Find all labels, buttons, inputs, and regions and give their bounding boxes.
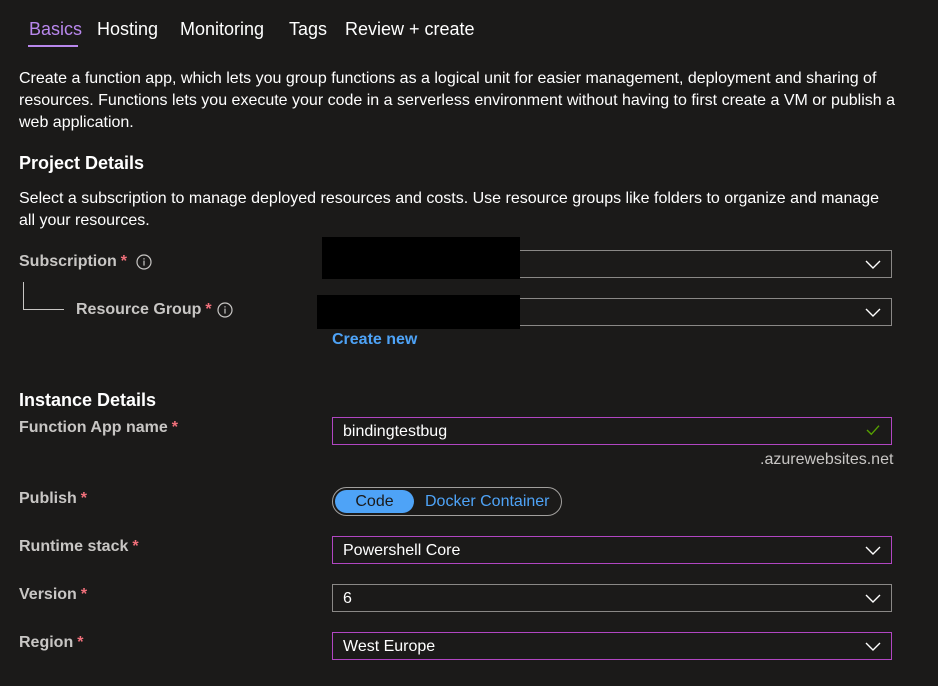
- required-marker: *: [77, 634, 84, 651]
- required-marker: *: [120, 253, 128, 270]
- required-marker: *: [132, 538, 139, 555]
- function-app-name-label: Function App name *: [19, 419, 178, 437]
- required-marker: *: [205, 301, 212, 318]
- required-marker: *: [80, 586, 88, 603]
- version-label-text: Version: [19, 586, 77, 603]
- function-app-name-label-text: Function App name: [19, 419, 168, 436]
- version-label: Version *: [19, 586, 87, 604]
- tree-connector-horizontal: [23, 309, 64, 310]
- chevron-down-icon: [865, 308, 881, 317]
- required-marker: *: [171, 419, 178, 436]
- tab-bar: Basics Hosting Monitoring Tags Review + …: [0, 0, 938, 48]
- publish-option-code[interactable]: Code: [335, 490, 414, 513]
- version-value: 6: [343, 590, 352, 607]
- region-dropdown[interactable]: West Europe: [332, 632, 892, 660]
- publish-label: Publish *: [19, 490, 87, 508]
- publish-option-docker-container[interactable]: Docker Container: [425, 490, 550, 513]
- domain-suffix: .azurewebsites.net: [760, 451, 894, 468]
- active-tab-indicator: [28, 45, 78, 47]
- redacted-resource-group-value: [317, 295, 520, 329]
- info-icon[interactable]: [136, 254, 152, 270]
- region-label: Region *: [19, 634, 83, 652]
- tab-tags[interactable]: Tags: [289, 19, 327, 40]
- tree-connector-vertical: [23, 282, 24, 309]
- runtime-stack-value: Powershell Core: [343, 542, 461, 559]
- runtime-stack-label-text: Runtime stack: [19, 538, 129, 555]
- create-new-link[interactable]: Create new: [332, 331, 417, 349]
- subscription-label-text: Subscription: [19, 253, 117, 270]
- region-value: West Europe: [343, 638, 436, 655]
- tab-review-create[interactable]: Review + create: [345, 19, 475, 40]
- resource-group-label: Resource Group *: [76, 301, 212, 319]
- project-details-description: Select a subscription to manage deployed…: [19, 190, 880, 229]
- tab-monitoring[interactable]: Monitoring: [180, 19, 264, 40]
- resource-group-label-text: Resource Group: [76, 301, 202, 318]
- intro-description: Create a function app, which lets you gr…: [19, 70, 895, 131]
- runtime-stack-dropdown[interactable]: Powershell Core: [332, 536, 892, 564]
- chevron-down-icon: [865, 260, 881, 269]
- publish-label-text: Publish: [19, 490, 77, 507]
- project-details-heading: Project Details: [19, 153, 145, 173]
- redacted-subscription-value: [322, 237, 520, 279]
- chevron-down-icon: [865, 642, 881, 651]
- instance-details-heading: Instance Details: [19, 390, 157, 410]
- tab-basics[interactable]: Basics: [29, 19, 82, 40]
- required-marker: *: [80, 490, 88, 507]
- version-dropdown[interactable]: 6: [332, 584, 892, 612]
- function-app-name-value: bindingtestbug: [343, 423, 448, 440]
- chevron-down-icon: [865, 594, 881, 603]
- runtime-stack-label: Runtime stack *: [19, 538, 139, 556]
- checkmark-icon: [866, 425, 880, 436]
- subscription-label: Subscription *: [19, 253, 127, 271]
- chevron-down-icon: [865, 546, 881, 555]
- info-icon[interactable]: [217, 302, 233, 318]
- tab-hosting[interactable]: Hosting: [97, 19, 158, 40]
- function-app-name-input[interactable]: bindingtestbug: [332, 417, 892, 445]
- publish-toggle: Code Docker Container: [332, 487, 562, 516]
- region-label-text: Region: [19, 634, 74, 651]
